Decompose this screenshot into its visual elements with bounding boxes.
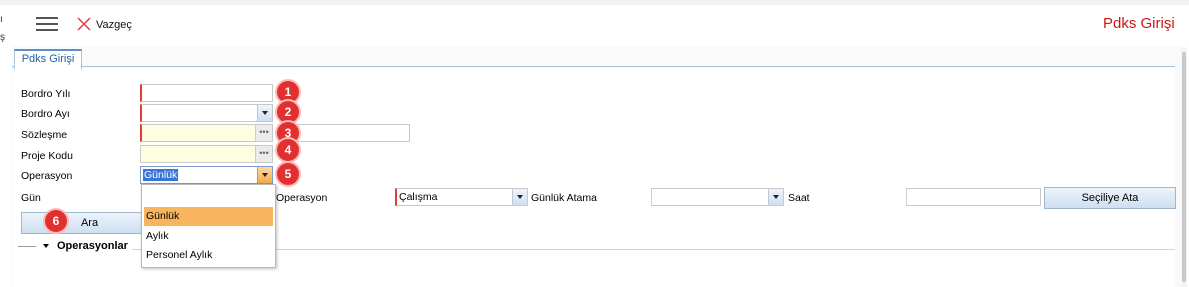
bordro-yili-input[interactable] — [140, 84, 273, 102]
saat-label: Saat — [788, 192, 810, 204]
row-operasyon-label: Operasyon — [276, 192, 328, 204]
step-badge-4: 4 — [277, 139, 299, 161]
saat-input[interactable] — [906, 188, 1041, 206]
sozlesme-label: Sözleşme — [21, 129, 68, 141]
operasyon-select[interactable]: Günlük — [140, 166, 273, 184]
left-edge-char: ş — [0, 32, 5, 43]
dropdown-arrow-icon[interactable] — [768, 189, 783, 205]
dropdown-arrow-icon[interactable] — [512, 189, 527, 205]
section-operasyonlar-header[interactable]: Operasyonlar — [18, 240, 132, 253]
bordro-ayi-select[interactable] — [140, 104, 273, 122]
dropdown-option-personel-aylik[interactable]: Personel Aylık — [144, 246, 273, 265]
scrollbar-thumb[interactable] — [1182, 52, 1186, 282]
dropdown-arrow-icon[interactable] — [257, 105, 272, 121]
menu-icon[interactable] — [36, 17, 58, 33]
operasyon-label: Operasyon — [21, 170, 73, 182]
cancel-button[interactable]: Vazgeç — [96, 19, 132, 31]
step-badge-1: 1 — [277, 81, 299, 103]
gunluk-atama-select[interactable] — [651, 188, 784, 206]
gunluk-atama-label: Günlük Atama — [531, 192, 597, 204]
tab-pdks-girisi[interactable]: Pdks Girişi — [14, 49, 82, 70]
step-badge-2: 2 — [277, 101, 299, 123]
row-operasyon-select[interactable]: Çalışma — [395, 188, 528, 206]
operasyon-value: Günlük — [143, 169, 179, 181]
section-title: Operasyonlar — [57, 240, 128, 253]
search-button[interactable]: Ara — [21, 212, 158, 234]
bordro-ayi-label: Bordro Ayı — [21, 108, 70, 120]
ellipsis-icon[interactable]: ••• — [255, 146, 272, 162]
operasyon-dropdown-list: Günlük Aylık Personel Aylık — [141, 184, 276, 268]
tab-strip-line — [12, 66, 1175, 67]
row-operasyon-value: Çalışma — [399, 191, 438, 203]
close-icon[interactable] — [76, 16, 92, 32]
left-edge-char: ı — [0, 14, 3, 25]
page-title: Pdks Girişi — [1103, 15, 1175, 32]
top-strip — [0, 0, 1189, 5]
step-badge-5: 5 — [277, 163, 299, 185]
gun-label: Gün — [21, 192, 41, 204]
section-dash — [18, 245, 36, 247]
proje-kodu-label: Proje Kodu — [21, 150, 73, 162]
dropdown-arrow-icon[interactable] — [257, 167, 272, 183]
bordro-yili-label: Bordro Yılı — [21, 88, 71, 100]
proje-kodu-lookup[interactable]: ••• — [140, 145, 273, 163]
dropdown-option-gunluk[interactable]: Günlük — [144, 207, 273, 226]
dropdown-option-empty[interactable] — [144, 188, 273, 207]
apply-selected-button[interactable]: Seçiliye Ata — [1044, 187, 1176, 209]
ellipsis-icon[interactable]: ••• — [255, 125, 272, 141]
sozlesme-description-field[interactable] — [298, 124, 410, 142]
step-badge-6: 6 — [45, 210, 67, 232]
dropdown-option-aylik[interactable]: Aylık — [144, 227, 273, 246]
sozlesme-lookup[interactable]: ••• — [140, 124, 273, 142]
collapse-triangle-icon[interactable] — [43, 244, 49, 249]
